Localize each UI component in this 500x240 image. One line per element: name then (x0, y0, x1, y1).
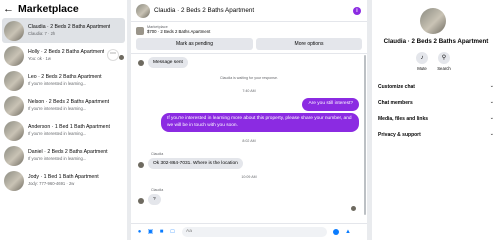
listing-thumbnail (4, 45, 24, 66)
mute-button[interactable]: ♪ Mute (412, 52, 432, 71)
sidebar-title: Marketplace (18, 3, 79, 15)
message-bubble: ? (148, 194, 161, 205)
listing-thumbnail (4, 170, 24, 191)
sidebar-header: ← Marketplace (0, 0, 127, 18)
conversation-title: Jody · 1 Bed 1 Bath Apartment (28, 174, 99, 180)
chat-panel: Claudia · 2 Beds 2 Baths Apartment i Mar… (131, 0, 367, 240)
message-bubble: Ok 302-864-7031. Where is the location (148, 158, 243, 169)
conversation-title: Anderson · 1 Bed 1 Bath Apartment (28, 124, 110, 130)
section-label: Customize chat (378, 84, 415, 90)
conversation-item[interactable]: Jody · 1 Bed 1 Bath Apartment Jody: 777-… (0, 168, 127, 193)
timestamp: 10:09 AM (241, 175, 257, 179)
sender-name: Claudia (151, 152, 164, 156)
listing-thumbnail (4, 70, 24, 91)
chevron-down-icon: ⌄ (489, 115, 494, 121)
listing-actions: Mark as pending More options (131, 35, 367, 53)
emoji-icon[interactable] (333, 229, 339, 235)
conversation-preview: If you're interested in learning... (28, 156, 87, 161)
chat-members-row[interactable]: Chat members ⌄ (378, 99, 494, 106)
conversation-item[interactable]: Leo · 2 Beds 2 Baths Apartment If you're… (0, 68, 127, 93)
conversation-preview: If you're interested in learning... (28, 131, 87, 136)
seen-avatar (351, 206, 356, 211)
chevron-down-icon: ⌄ (489, 83, 494, 89)
section-label: Media, files and links (378, 116, 429, 122)
listing-thumbnail (4, 120, 24, 141)
more-options-icon[interactable]: ⋯ (107, 49, 119, 61)
composer: ● ▣ ■ □ ▲ (131, 223, 367, 240)
waiting-note: Claudia is waiting for your response. (220, 76, 278, 80)
conversation-title: Leo · 2 Beds 2 Baths Apartment (28, 74, 102, 80)
scrollbar[interactable] (364, 55, 366, 215)
mark-pending-button[interactable]: Mark as pending (136, 38, 253, 50)
listing-thumbnail (4, 95, 24, 116)
info-icon[interactable]: i (353, 7, 361, 15)
seen-avatar (119, 55, 124, 60)
sticker-icon[interactable]: ■ (158, 229, 165, 236)
conversation-title: Daniel · 2 Beds 2 Baths Apartment (28, 149, 108, 155)
more-options-button[interactable]: More options (256, 38, 362, 50)
conversation-preview: If you're interested in learning... (28, 81, 87, 86)
conversation-title: Nelson · 2 Beds 2 Baths Apartment (28, 99, 110, 105)
microphone-icon[interactable]: ● (136, 229, 143, 236)
message-bubble: Message sent (148, 57, 188, 68)
chat-title[interactable]: Claudia · 2 Beds 2 Baths Apartment (154, 7, 254, 14)
avatar (420, 8, 446, 34)
listing-summary[interactable]: Marketplace $700 · 2 Beds 2 Baths Apartm… (131, 22, 367, 35)
image-icon[interactable]: ▣ (147, 229, 154, 236)
avatar[interactable] (136, 3, 150, 18)
conversation-item[interactable]: Anderson · 1 Bed 1 Bath Apartment If you… (0, 118, 127, 143)
conversation-preview: You: ok · 1w (28, 56, 51, 61)
conversation-item[interactable]: Claudia · 2 Beds 2 Baths Apartment Claud… (2, 18, 125, 43)
search-button[interactable]: ⚲ Search (434, 52, 454, 71)
section-label: Privacy & support (378, 132, 421, 138)
gif-icon[interactable]: □ (169, 229, 176, 236)
message-bubble-outgoing: If you're interested in learning more ab… (161, 113, 359, 132)
media-files-row[interactable]: Media, files and links ⌄ (378, 115, 494, 122)
customize-chat-row[interactable]: Customize chat ⌄ (378, 83, 494, 90)
listing-thumbnail (136, 27, 144, 35)
sender-avatar (138, 162, 144, 168)
sender-avatar (138, 60, 144, 66)
details-panel: Claudia · 2 Beds 2 Baths Apartment ♪ Mut… (372, 0, 500, 240)
chevron-down-icon: ⌄ (489, 99, 494, 105)
timestamp: 8:02 AM (242, 139, 256, 143)
bell-icon: ♪ (416, 52, 428, 64)
conversation-sidebar: ← Marketplace Claudia · 2 Beds 2 Baths A… (0, 0, 127, 240)
conversation-title: Holly · 2 Beds 2 Baths Apartment (28, 49, 105, 55)
sender-avatar (138, 198, 144, 204)
listing-thumbnail (4, 145, 24, 166)
mute-label: Mute (417, 66, 427, 71)
chevron-down-icon: ⌄ (489, 131, 494, 137)
chat-header: Claudia · 2 Beds 2 Baths Apartment i (131, 0, 367, 22)
section-label: Chat members (378, 100, 413, 106)
search-icon: ⚲ (438, 52, 450, 64)
back-arrow-icon[interactable]: ← (3, 3, 15, 15)
search-label: Search (437, 66, 451, 71)
message-bubble-outgoing: Are you still interest? (302, 98, 359, 111)
conversation-preview: Claudia: 7 · 2h (28, 31, 56, 36)
listing-thumbnail (4, 20, 24, 41)
listing-price: $700 · 2 Beds 2 Baths Apartment (147, 29, 211, 34)
thumbs-up-icon[interactable]: ▲ (345, 229, 351, 235)
conversation-item[interactable]: Nelson · 2 Beds 2 Baths Apartment If you… (0, 93, 127, 118)
conversation-item[interactable]: Daniel · 2 Beds 2 Baths Apartment If you… (0, 143, 127, 168)
message-input[interactable] (182, 227, 327, 237)
conversation-title: Claudia · 2 Beds 2 Baths Apartment (28, 24, 111, 30)
sender-name: Claudia (151, 188, 164, 192)
privacy-support-row[interactable]: Privacy & support ⌄ (378, 131, 494, 138)
conversation-item[interactable]: Holly · 2 Beds 2 Baths Apartment You: ok… (0, 43, 127, 68)
message-list: Message sent Claudia is waiting for your… (131, 53, 367, 218)
conversation-preview: Jody: 777-960-4691 · 2w (28, 181, 75, 186)
details-title: Claudia · 2 Beds 2 Baths Apartment (383, 38, 489, 45)
timestamp: 7:40 AM (242, 89, 256, 93)
conversation-preview: If you're interested in learning... (28, 106, 87, 111)
